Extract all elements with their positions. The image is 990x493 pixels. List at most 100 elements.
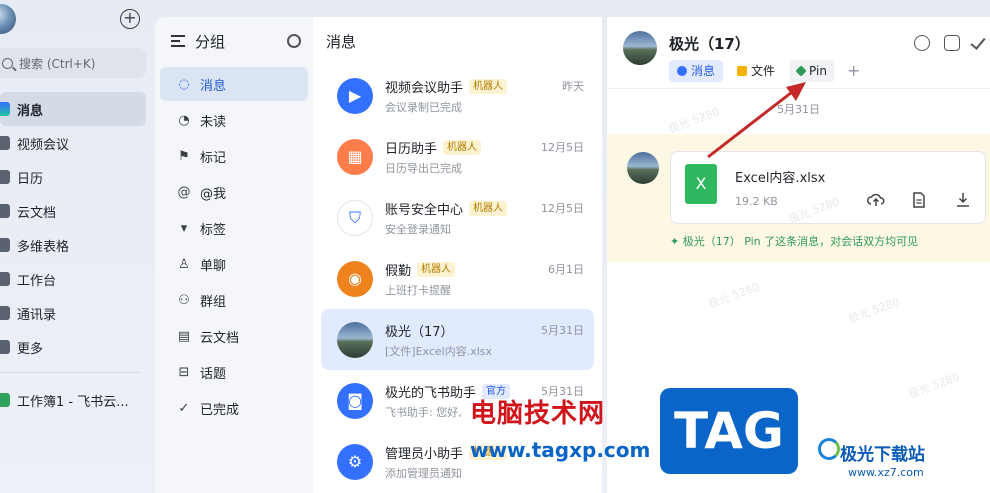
group-item-label: 话题 <box>200 366 227 382</box>
chat-bubble-icon <box>677 66 687 76</box>
pinned-message: X Excel内容.xlsx 19.2 KB ✦ 极光（17） Pin 了这条消… <box>607 134 990 262</box>
group-item-unread[interactable]: ◔ 未读 <box>160 103 308 137</box>
left-nav: + 搜索 (Ctrl+K) 消息 视频会议 日历 云文档 多维表格 工作台 通讯… <box>0 0 152 493</box>
check-icon[interactable] <box>970 34 986 50</box>
xz-logo-icon <box>818 438 840 460</box>
site-url-watermark: www.tagxp.com <box>470 438 651 462</box>
group-item-label: @我 <box>200 186 227 202</box>
calendar-icon <box>0 170 10 184</box>
sender-avatar[interactable] <box>627 152 659 184</box>
conversation-preview: 上班打卡提醒 <box>385 284 451 297</box>
file-card[interactable]: X Excel内容.xlsx 19.2 KB <box>670 151 986 224</box>
xz-url-watermark: www.xz7.com <box>848 466 924 479</box>
conversation-name: 账号安全中心 <box>385 202 464 218</box>
conversation-time: 12月5日 <box>541 202 584 215</box>
admin-gear-icon: ⚙ <box>337 443 373 480</box>
nav-recent-doc[interactable]: 工作簿1 - 飞书云... <box>0 383 146 417</box>
doc-icon: ▤ <box>177 328 191 344</box>
group-item-label: 消息 <box>200 78 227 94</box>
tab-files[interactable]: 文件 <box>729 60 783 82</box>
cloud-upload-icon[interactable] <box>867 192 885 208</box>
tab-pin[interactable]: Pin <box>789 60 835 82</box>
nav-item-label: 日历 <box>17 171 44 187</box>
nav-item-contacts[interactable]: 通讯录 <box>0 296 146 330</box>
nav-item-calendar[interactable]: 日历 <box>0 160 146 194</box>
tag-logo: TAG <box>660 388 798 474</box>
bot-badge: 机器人 <box>443 139 482 155</box>
conversation-name: 视频会议助手 <box>385 80 464 96</box>
create-button[interactable]: + <box>120 9 140 29</box>
search-box[interactable]: 搜索 (Ctrl+K) <box>0 48 146 78</box>
group-panel-header: 分组 <box>155 17 313 65</box>
nav-item-label: 工作台 <box>17 273 57 289</box>
search-icon[interactable] <box>914 35 930 51</box>
messages-icon <box>0 102 10 116</box>
add-tab-icon[interactable]: + <box>847 60 860 82</box>
conversation-name: 极光的飞书助手 <box>385 385 477 401</box>
group-item-mentions[interactable]: @ @我 <box>160 175 308 209</box>
download-icon[interactable] <box>955 192 973 208</box>
add-member-icon[interactable] <box>944 35 960 51</box>
group-item-label: 已完成 <box>200 402 240 418</box>
group-item-single-chat[interactable]: ♙ 单聊 <box>160 247 308 281</box>
bot-badge: 机器人 <box>469 200 508 216</box>
topic-icon: ⊟ <box>178 364 190 380</box>
chat-bubble-icon: ◌ <box>178 76 190 92</box>
nav-item-messages[interactable]: 消息 <box>0 92 146 126</box>
group-item-label: 未读 <box>200 114 227 130</box>
tab-label: 文件 <box>751 64 776 78</box>
conversation-item[interactable]: ◉ 假勤 机器人 6月1日 上班打卡提醒 <box>321 248 594 309</box>
xz-brand-watermark: 极光下载站 <box>840 445 925 465</box>
nav-item-label: 更多 <box>17 341 44 357</box>
nav-item-video-meeting[interactable]: 视频会议 <box>0 126 146 160</box>
person-icon: ♙ <box>178 256 190 272</box>
pin-icon <box>795 65 807 77</box>
conversation-item-active[interactable]: 极光（17） 5月31日 [文件]Excel内容.xlsx <box>321 309 594 370</box>
chat-tabs: 消息 文件 Pin + <box>669 60 860 82</box>
group-item-label: 标记 <box>200 150 227 166</box>
conversation-preview: 日历导出已完成 <box>385 162 462 175</box>
user-avatar[interactable] <box>0 4 16 34</box>
tab-messages[interactable]: 消息 <box>669 60 724 82</box>
at-icon: @ <box>177 184 191 200</box>
chat-title[interactable]: 极光（17） <box>669 33 750 54</box>
tab-label: Pin <box>809 64 827 78</box>
group-item-labels[interactable]: ▾ 标签 <box>160 211 308 245</box>
group-item-messages[interactable]: ◌ 消息 <box>160 67 308 101</box>
recent-doc-label: 工作簿1 - 飞书云... <box>17 394 129 410</box>
nav-items: 消息 视频会议 日历 云文档 多维表格 工作台 通讯录 更多 工作簿1 - 飞书… <box>0 92 146 417</box>
group-item-topics[interactable]: ⊟ 话题 <box>160 355 308 389</box>
document-icon[interactable] <box>911 192 929 208</box>
gear-icon[interactable] <box>287 34 301 48</box>
nav-item-docs[interactable]: 云文档 <box>0 194 146 228</box>
site-watermark: 电脑技术网 <box>470 399 606 429</box>
video-camera-icon: ▶ <box>337 77 373 114</box>
group-item-label: 标签 <box>200 222 227 238</box>
conversation-time: 5月31日 <box>541 324 584 337</box>
conversation-item[interactable]: ⛉ 账号安全中心 机器人 12月5日 安全登录通知 <box>321 187 594 248</box>
faint-watermark: 极光 5280 <box>706 280 762 311</box>
group-avatar <box>337 321 373 358</box>
group-item-groups[interactable]: ⚇ 群组 <box>160 283 308 317</box>
chat-avatar[interactable] <box>623 31 657 65</box>
pin-note-text: 极光（17） Pin 了这条消息，对会话双方均可见 <box>682 235 919 248</box>
search-placeholder: 搜索 (Ctrl+K) <box>19 56 96 71</box>
nav-item-workplace[interactable]: 工作台 <box>0 262 146 296</box>
faint-watermark: 极光 5280 <box>906 370 962 401</box>
nav-item-more[interactable]: 更多 <box>0 330 146 364</box>
chat-header: 极光（17） 消息 文件 Pin + <box>607 17 990 89</box>
group-item-label: 云文档 <box>200 330 240 346</box>
flag-icon: ⚑ <box>178 148 190 164</box>
group-item-done[interactable]: ✓ 已完成 <box>160 391 308 425</box>
collapse-menu-icon[interactable] <box>171 35 185 47</box>
conversation-item[interactable]: ▶ 视频会议助手 机器人 昨天 会议录制已完成 <box>321 65 594 126</box>
group-item-docs[interactable]: ▤ 云文档 <box>160 319 308 353</box>
search-icon <box>2 57 13 69</box>
group-item-label: 群组 <box>200 294 227 310</box>
conversation-item[interactable]: ▦ 日历助手 机器人 12月5日 日历导出已完成 <box>321 126 594 187</box>
file-actions <box>867 192 973 208</box>
docs-icon <box>0 204 10 218</box>
group-item-flagged[interactable]: ⚑ 标记 <box>160 139 308 173</box>
nav-item-base[interactable]: 多维表格 <box>0 228 146 262</box>
chat-toolbar <box>914 34 986 51</box>
